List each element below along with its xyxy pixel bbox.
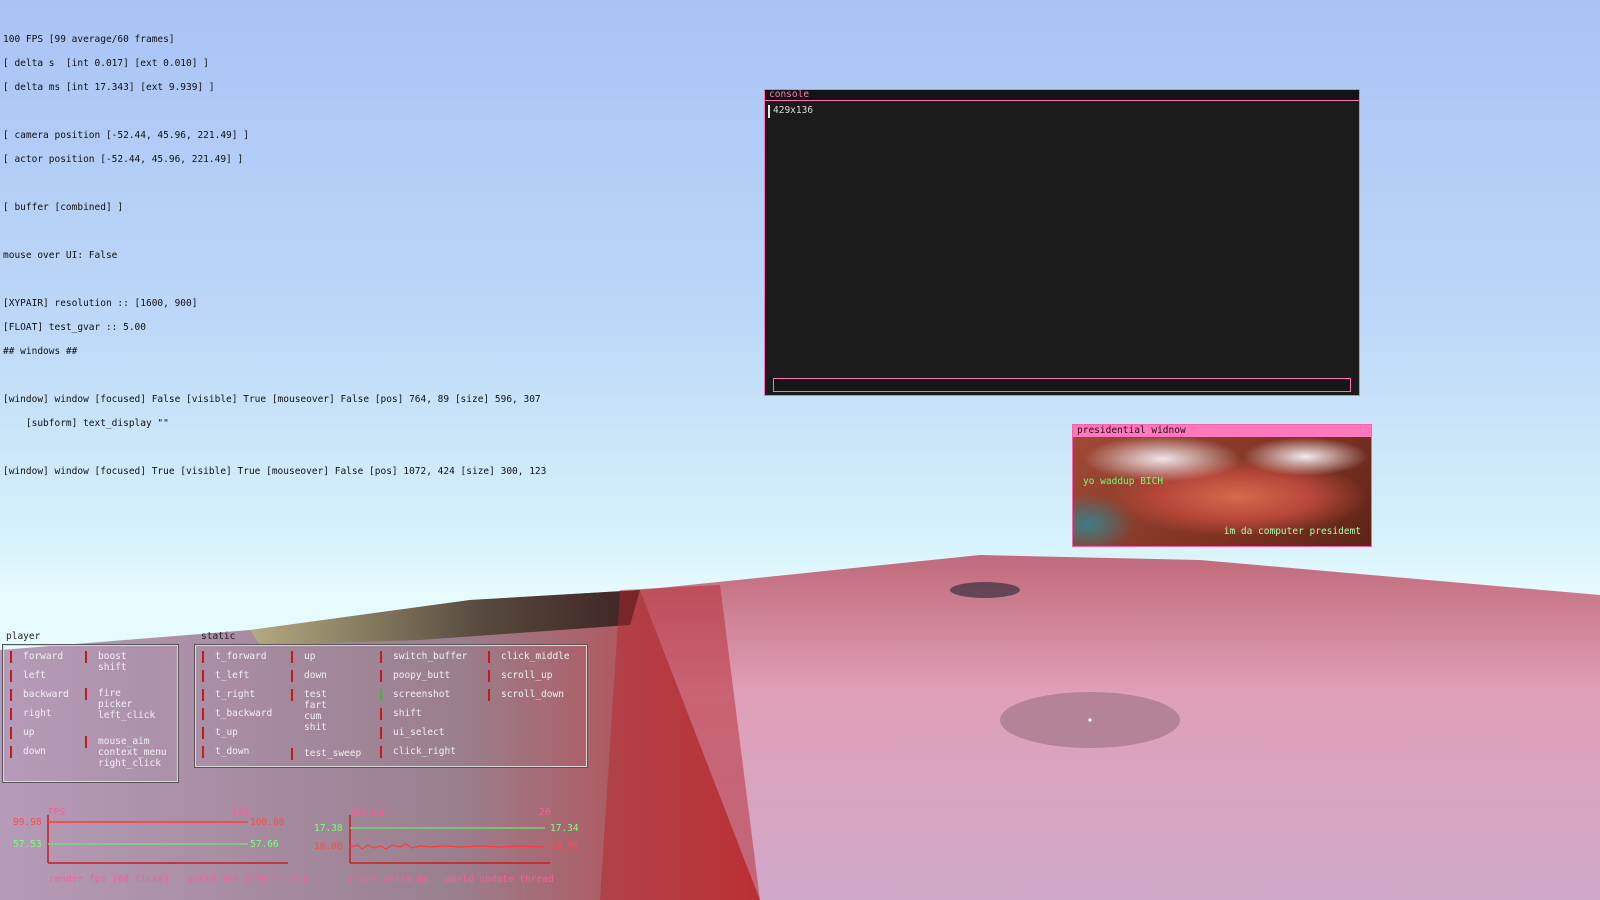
- crosshair-dot: [1088, 718, 1092, 722]
- delta-legend-world: world update thread: [445, 874, 554, 885]
- hud-test-gvar: [FLOAT] test_gvar :: 5.00: [3, 322, 146, 333]
- presidential-titlebar[interactable]: presidential widnow: [1073, 425, 1371, 437]
- hud-buffer: [ buffer [combined] ]: [3, 202, 124, 213]
- console-titlebar[interactable]: console: [765, 90, 1359, 101]
- hud-window-2: [window] window [focused] True [visible]…: [3, 466, 547, 477]
- key-t-up: t_up: [202, 727, 238, 739]
- key-right: right: [10, 708, 52, 720]
- console-output: 429x136: [765, 102, 1359, 373]
- delta-right-top: 17.34: [550, 823, 579, 834]
- key-t-forward: t_forward: [201, 651, 267, 663]
- key-up: up: [9, 727, 35, 739]
- key-t-right: t_right: [201, 689, 256, 701]
- hud-delta-ms: [ delta ms [int 17.343] [ext 9.939] ]: [3, 82, 215, 93]
- delta-update-line: [349, 843, 546, 850]
- key-down: down: [10, 746, 46, 758]
- player-panel-title: player: [6, 631, 41, 642]
- static-panel-title: static: [201, 631, 236, 642]
- key-scroll-up: scroll_up: [487, 670, 553, 682]
- console-line: 429x136: [773, 105, 814, 116]
- key-left: left: [10, 670, 46, 682]
- hud-windows-header: ## windows ##: [3, 346, 78, 357]
- key-forward: forward: [9, 651, 64, 663]
- key-test: test fart cum shit: [291, 689, 327, 733]
- key-static-up: up: [290, 651, 316, 663]
- terrain-crater: [950, 582, 1020, 598]
- delta-left-top: 17.38: [314, 823, 343, 834]
- key-poopy-butt: poopy_butt: [379, 670, 451, 682]
- key-test-sweep: test_sweep: [290, 748, 362, 760]
- key-fire: fire picker left_click: [84, 688, 156, 721]
- key-click-middle: click_middle: [488, 651, 570, 663]
- static-panel: t_forward t_left t_right t_backward t_up…: [194, 644, 588, 768]
- key-static-down: down: [291, 670, 327, 682]
- presidential-text-top: yo waddup BICH: [1083, 476, 1164, 487]
- console-window[interactable]: console 429x136: [764, 89, 1360, 396]
- fps-legend-world: world fps [290 ticks]: [187, 874, 308, 885]
- hud-resolution: [XYPAIR] resolution :: [1600, 900]: [3, 298, 198, 309]
- console-input[interactable]: [773, 378, 1351, 392]
- hud-subform: [subform] text_display "": [3, 418, 169, 429]
- fps-left-bottom: 57.53: [13, 839, 42, 850]
- key-backward: backward: [10, 689, 69, 701]
- hud-actor-position: [ actor position [-52.44, 45.96, 221.49]…: [3, 154, 244, 165]
- hud-mouse-over: mouse over UI: False: [3, 250, 118, 261]
- fps-legend-render: render fps [60 ticks]: [49, 874, 170, 885]
- key-screenshot: screenshot: [379, 689, 451, 701]
- key-t-down: t_down: [201, 746, 250, 758]
- hud-window-1: [window] window [focused] False [visible…: [3, 394, 541, 405]
- key-shift: shift: [380, 708, 422, 720]
- key-ui-select: ui_select: [379, 727, 445, 739]
- fps-left-top: 99.98: [13, 817, 42, 828]
- presidential-window[interactable]: presidential widnow yo waddup BICH im da…: [1072, 424, 1372, 547]
- console-scroll-indicator: [768, 105, 770, 118]
- delta-graph: [349, 815, 550, 864]
- presidential-text-bottom: im da computer presidemt: [1223, 526, 1361, 537]
- key-click-right: click_right: [380, 746, 456, 758]
- key-mouse-aim: mouse_aim context_menu right_click: [85, 736, 167, 769]
- fps-graph: [47, 815, 288, 864]
- key-boost: boost shift: [85, 651, 127, 673]
- hud-camera-position: [ camera position [-52.44, 45.96, 221.49…: [3, 130, 249, 141]
- key-t-backward: t_backward: [201, 708, 273, 720]
- hud-delta-s: [ delta s [int 0.017] [ext 0.010] ]: [3, 58, 209, 69]
- delta-left-bottom: 10.00: [314, 841, 343, 852]
- player-panel: forward left backward right up down boos…: [2, 644, 179, 783]
- debug-hud: 100 FPS [99 average/60 frames] [ delta s…: [3, 22, 546, 490]
- key-t-left: t_left: [201, 670, 250, 682]
- hud-fps: 100 FPS [99 average/60 frames]: [3, 34, 175, 45]
- delta-legend-clock: clock delta ms: [349, 874, 430, 885]
- delta-right-bottom: 10.70: [550, 841, 579, 852]
- key-switch-buffer: switch_buffer: [379, 651, 468, 663]
- key-scroll-down: scroll_down: [488, 689, 564, 701]
